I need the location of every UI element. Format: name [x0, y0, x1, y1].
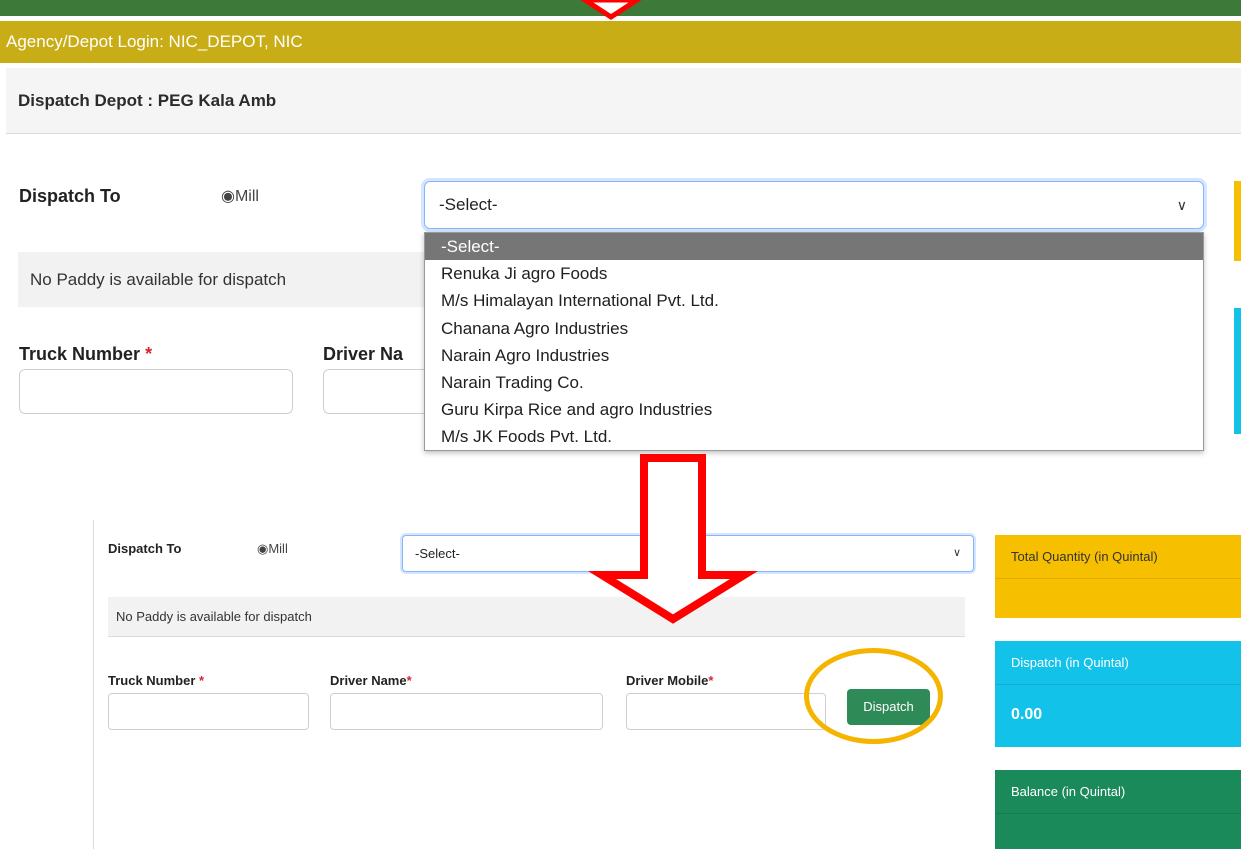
truck-number-input[interactable]	[19, 369, 293, 414]
no-paddy-message: No Paddy is available for dispatch	[18, 252, 424, 307]
card-title: Dispatch (in Quintal)	[995, 641, 1241, 685]
driver-mobile-text: Driver Mobile	[626, 673, 709, 688]
no-paddy-message: No Paddy is available for dispatch	[108, 597, 965, 637]
truck-number-text: Truck Number	[19, 344, 141, 364]
driver-mobile-label: Driver Mobile*	[626, 673, 713, 688]
dropdown-option[interactable]: Chanana Agro Industries	[425, 315, 1203, 342]
mill-dropdown-list[interactable]: -Select- Renuka Ji agro Foods M/s Himala…	[424, 232, 1204, 451]
driver-name-input[interactable]	[323, 369, 424, 414]
chevron-down-icon: ∨	[1176, 197, 1187, 213]
dispatch-depot-title: Dispatch Depot : PEG Kala Amb	[6, 68, 1241, 134]
highlight-circle	[804, 648, 943, 744]
mill-select[interactable]: -Select- ∨	[424, 181, 1204, 229]
dropdown-option[interactable]: Narain Trading Co.	[425, 369, 1203, 396]
balance-card: Balance (in Quintal)	[995, 770, 1241, 849]
truck-number-label: Truck Number *	[19, 344, 152, 365]
card-title: Balance (in Quintal)	[995, 770, 1241, 814]
dropdown-option[interactable]: -Select-	[425, 233, 1203, 261]
card-value: 0.00	[1011, 706, 1043, 723]
required-mark: *	[199, 673, 205, 688]
dropdown-option[interactable]: Narain Agro Industries	[425, 342, 1203, 369]
mill-select[interactable]: -Select- ∨	[402, 535, 974, 572]
dropdown-option[interactable]: M/s Himalayan International Pvt. Ltd.	[425, 287, 1203, 314]
card-title: Total Quantity (in Quintal)	[995, 535, 1241, 579]
dispatch-quantity-card: Dispatch (in Quintal) 0.00	[995, 641, 1241, 747]
mill-radio[interactable]: ◉Mill	[221, 186, 259, 206]
truck-number-text: Truck Number	[108, 673, 196, 688]
required-mark: *	[406, 673, 412, 688]
total-card-edge	[1234, 181, 1241, 261]
truck-number-input[interactable]	[108, 693, 309, 730]
select-value: -Select-	[439, 195, 498, 214]
mill-radio[interactable]: ◉Mill	[257, 541, 288, 557]
driver-name-label: Driver Na	[323, 344, 404, 364]
driver-mobile-input[interactable]	[626, 693, 826, 730]
driver-name-label: Driver Name*	[330, 673, 412, 688]
truck-number-label: Truck Number *	[108, 673, 204, 688]
dispatch-card-edge	[1234, 308, 1241, 434]
dispatch-to-label: Dispatch To	[108, 541, 182, 556]
dropdown-option[interactable]: Renuka Ji agro Foods	[425, 260, 1203, 287]
select-value: -Select-	[415, 546, 460, 561]
driver-name-input[interactable]	[330, 693, 603, 730]
content-divider	[93, 520, 94, 849]
dropdown-option[interactable]: Guru Kirpa Rice and agro Industries	[425, 396, 1203, 423]
required-mark: *	[708, 673, 714, 688]
driver-name-text: Driver Name	[330, 673, 407, 688]
chevron-down-icon: ∨	[952, 547, 961, 559]
total-quantity-card: Total Quantity (in Quintal)	[995, 535, 1241, 618]
dispatch-to-label: Dispatch To	[19, 186, 121, 206]
dropdown-option[interactable]: M/s JK Foods Pvt. Ltd.	[425, 423, 1203, 450]
required-mark: *	[145, 344, 153, 364]
top-header-bar	[0, 0, 1241, 16]
agency-login-bar: Agency/Depot Login: NIC_DEPOT, NIC	[0, 21, 1241, 63]
